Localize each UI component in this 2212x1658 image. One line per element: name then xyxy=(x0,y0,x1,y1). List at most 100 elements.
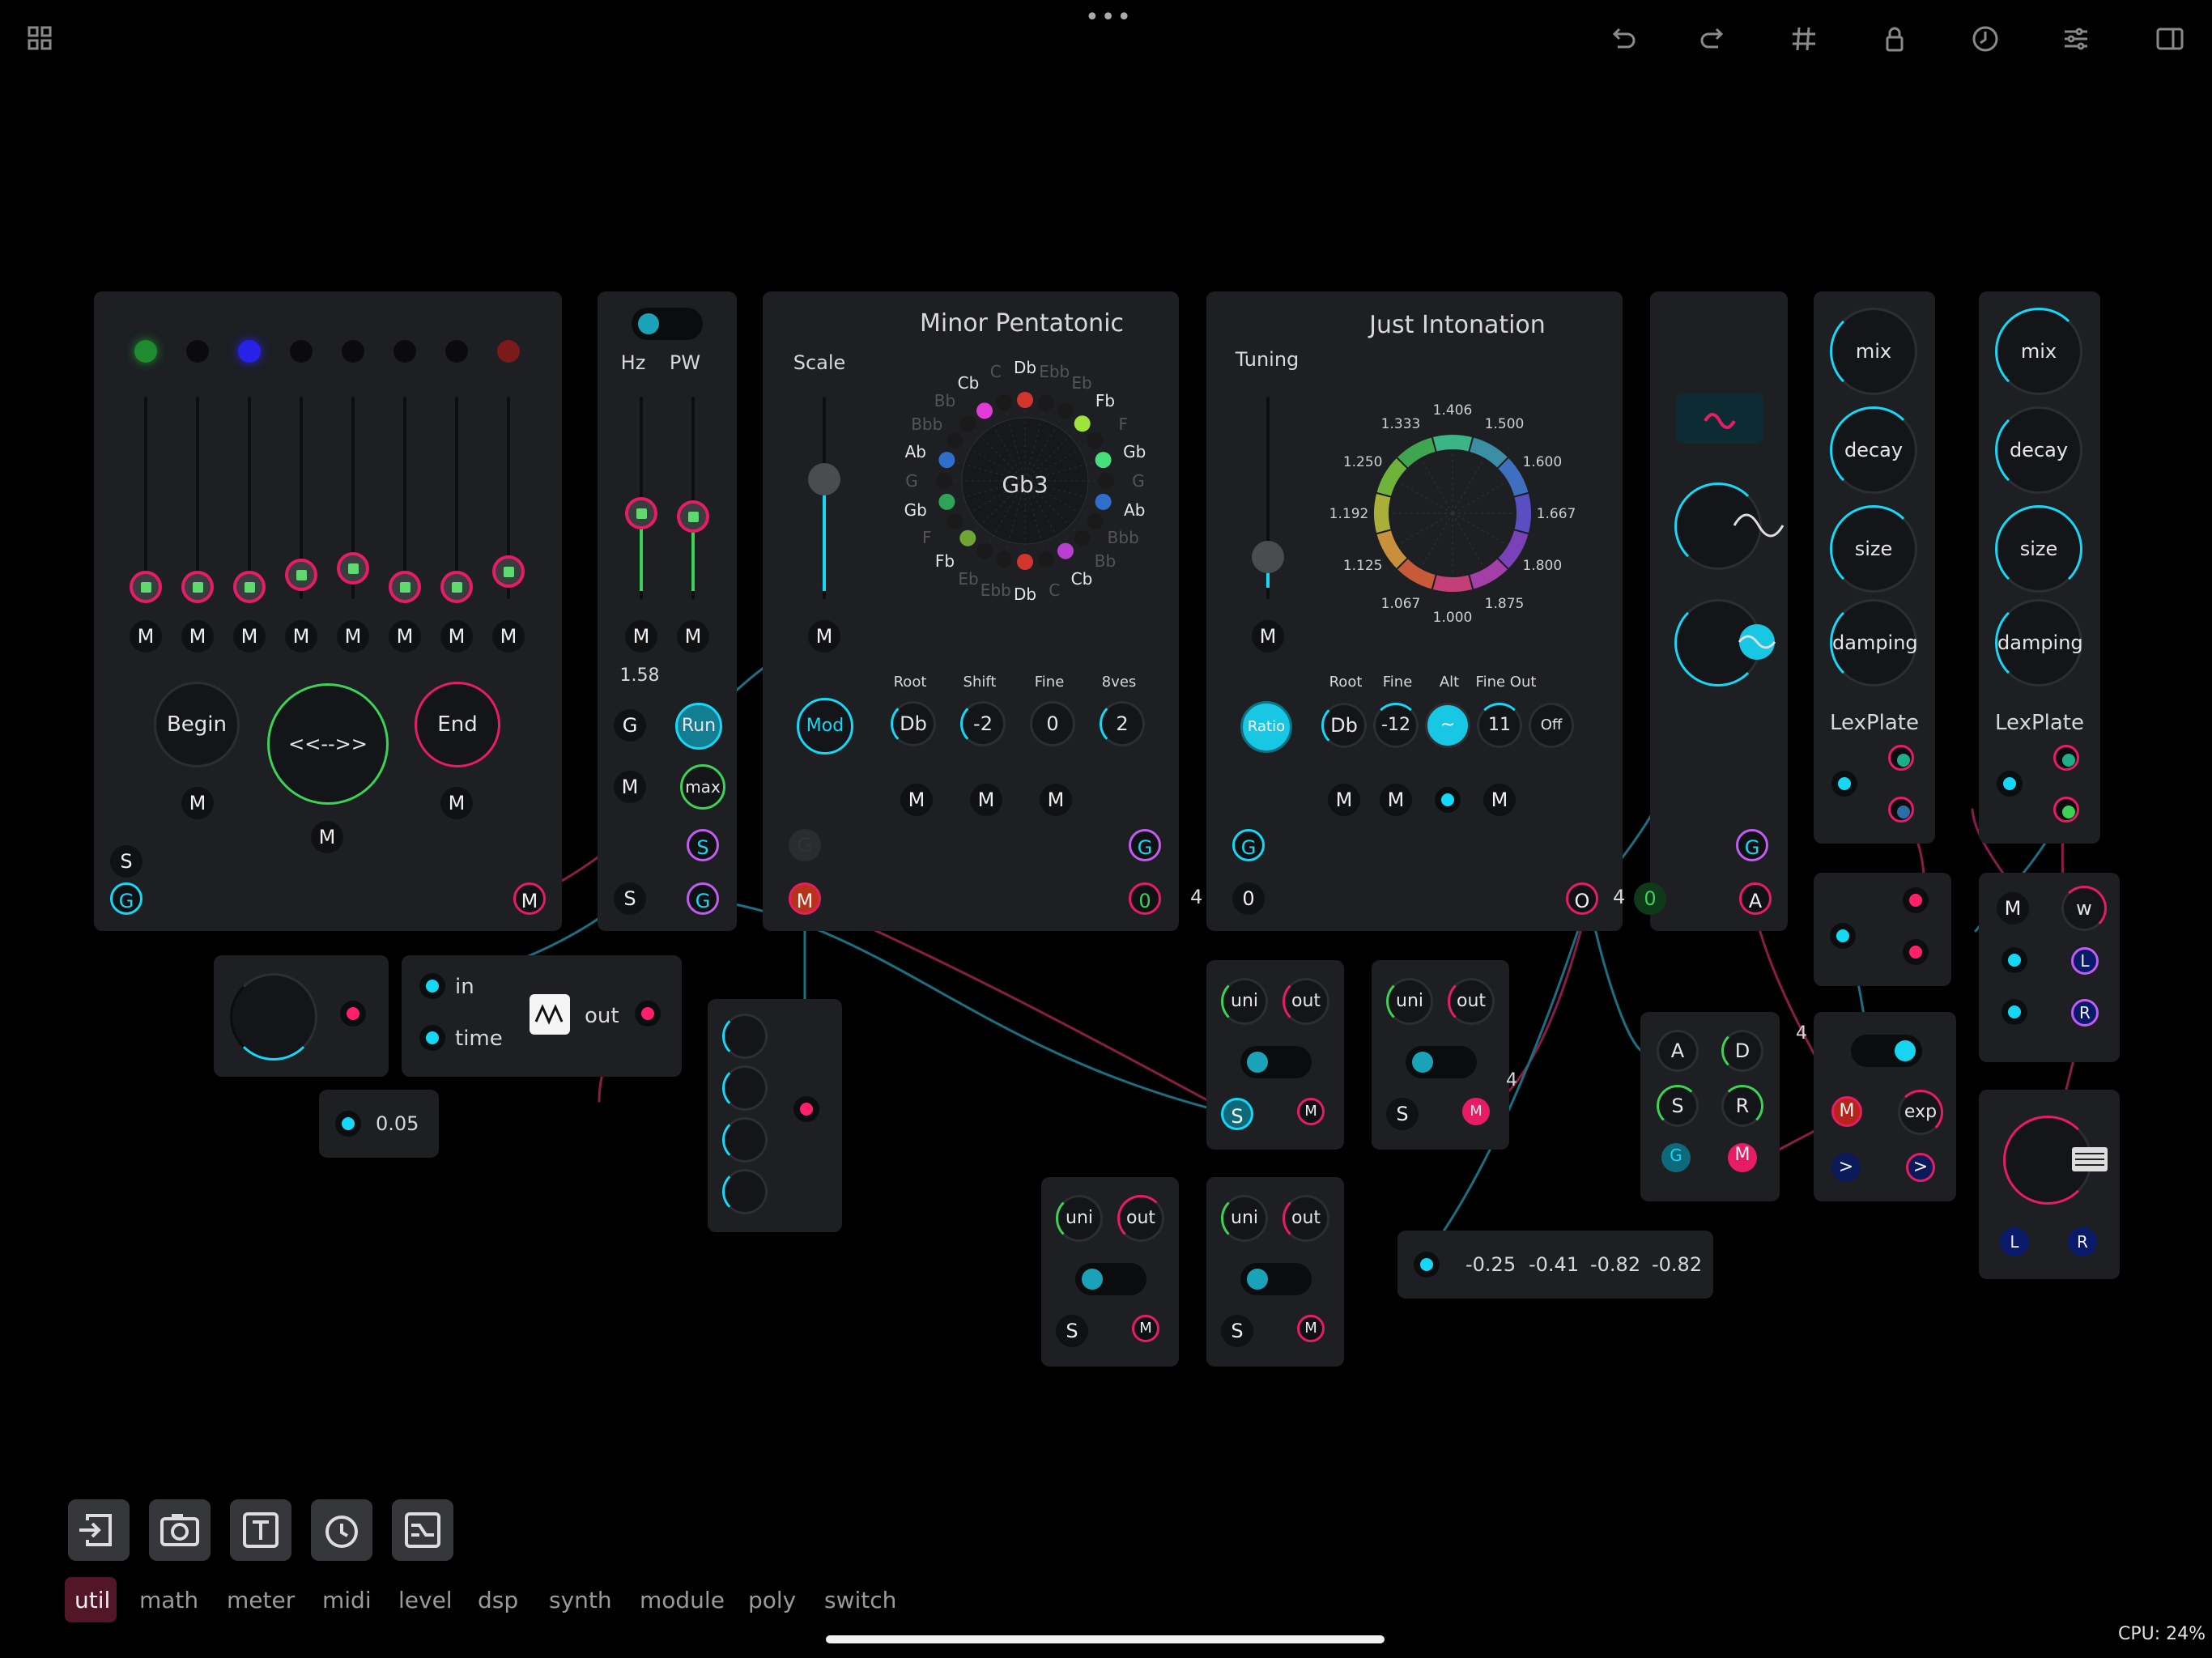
step-slider-handle-5[interactable] xyxy=(337,552,369,585)
tuning-slider-handle[interactable] xyxy=(1252,541,1284,573)
reverb2-mix-knob[interactable]: mix xyxy=(1995,308,2082,395)
end-mod-button[interactable]: M xyxy=(440,787,473,819)
output-volume-knob[interactable] xyxy=(2003,1116,2108,1205)
tuning-root-knob[interactable]: Db xyxy=(1321,703,1367,748)
adsr-mod-port[interactable]: M xyxy=(1728,1143,1757,1172)
fine-mod-button[interactable]: M xyxy=(1040,784,1072,816)
mixer-l-port[interactable]: L xyxy=(2071,947,2099,975)
lfo-s-port[interactable]: S xyxy=(614,882,646,915)
tuning-zero-port[interactable]: 0 xyxy=(1232,882,1265,915)
note-dot[interactable] xyxy=(938,493,955,510)
timer-icon[interactable] xyxy=(311,1499,372,1561)
begin-knob[interactable]: Begin xyxy=(154,682,240,767)
exp-toggle[interactable] xyxy=(1851,1035,1922,1067)
quad-knob-2[interactable] xyxy=(722,1065,768,1111)
tab-midi[interactable]: midi xyxy=(322,1587,372,1613)
tab-poly[interactable]: poly xyxy=(748,1587,796,1613)
tuning-off-knob[interactable]: Off xyxy=(1529,703,1574,748)
scale-slider-handle[interactable] xyxy=(808,463,840,495)
pw-slider-handle[interactable] xyxy=(677,500,709,533)
out-knob-1[interactable]: out xyxy=(1283,978,1329,1025)
tuning-fine-knob[interactable]: -12 xyxy=(1373,703,1419,748)
uni-m-port-1[interactable]: M xyxy=(1297,1098,1325,1125)
quad-out-port[interactable] xyxy=(793,1096,819,1122)
ratio-segment[interactable] xyxy=(1512,491,1533,535)
step-mod-button-6[interactable]: M xyxy=(389,620,421,653)
loop-mod-button[interactable]: M xyxy=(311,821,343,853)
reverb1-out-l-port[interactable] xyxy=(1888,745,1914,771)
osc-o-port[interactable]: O xyxy=(1566,882,1598,915)
lfo-mod-button[interactable]: M xyxy=(614,771,646,803)
tuning-gate-in-port[interactable]: G xyxy=(1232,829,1265,861)
ratio-segment[interactable] xyxy=(1467,556,1510,591)
uni-knob-4[interactable]: uni xyxy=(1221,1195,1268,1242)
note-dot[interactable] xyxy=(936,473,952,489)
uni-s-port-1[interactable]: S xyxy=(1221,1098,1253,1130)
reverb2-in-port[interactable] xyxy=(1997,771,2023,797)
tab-module[interactable]: module xyxy=(640,1587,725,1613)
osc-gate-port[interactable]: G xyxy=(1736,829,1768,861)
end-knob[interactable]: End xyxy=(415,682,500,767)
delay-in-port[interactable] xyxy=(419,973,445,999)
note-dot[interactable] xyxy=(1074,415,1091,432)
ratio-wheel[interactable]: 1.406 1.500 1.600 1.667 1.800 1.875 1.000 1.067… xyxy=(1307,368,1598,659)
uni-toggle-3[interactable] xyxy=(1075,1263,1146,1295)
wave-shape-knob[interactable] xyxy=(1674,483,1784,570)
max-knob[interactable]: max xyxy=(680,764,725,810)
note-dot[interactable] xyxy=(1057,402,1074,419)
note-dot[interactable] xyxy=(1017,554,1033,570)
mixer-w-knob[interactable]: w xyxy=(2061,886,2107,931)
tuning-alt-knob[interactable]: ~ xyxy=(1425,703,1470,748)
lfo-toggle[interactable] xyxy=(632,308,703,340)
note-dot[interactable] xyxy=(1057,542,1074,559)
reverb1-decay-knob[interactable]: decay xyxy=(1830,406,1917,494)
step-mod-button-1[interactable]: M xyxy=(130,620,162,653)
mixer-in-port-2[interactable] xyxy=(2001,999,2027,1025)
delay-time-port[interactable] xyxy=(419,1025,445,1051)
note-dot[interactable] xyxy=(1087,432,1104,449)
out-knob-3[interactable]: out xyxy=(1117,1195,1164,1242)
note-dot[interactable] xyxy=(959,529,976,546)
mixer-r-port[interactable]: R xyxy=(2071,999,2099,1027)
osc-a-port[interactable]: A xyxy=(1739,882,1772,915)
note-dot[interactable] xyxy=(1017,392,1033,408)
uni-toggle-2[interactable] xyxy=(1406,1046,1477,1078)
pw-mod-button[interactable]: M xyxy=(677,620,709,653)
values-in-port[interactable] xyxy=(1414,1252,1440,1278)
tab-dsp[interactable]: dsp xyxy=(478,1587,518,1613)
uni-toggle-4[interactable] xyxy=(1240,1263,1312,1295)
note-dot[interactable] xyxy=(1095,452,1112,469)
lfo-sync-port[interactable]: S xyxy=(687,829,719,861)
uni-s-port-3[interactable]: S xyxy=(1056,1315,1088,1347)
tab-synth[interactable]: synth xyxy=(549,1587,612,1613)
fine-knob[interactable]: 0 xyxy=(1030,701,1075,746)
tuning-fineout-mod[interactable]: M xyxy=(1483,784,1516,816)
tuning-fine-mod[interactable]: M xyxy=(1380,784,1412,816)
note-dot[interactable] xyxy=(959,415,976,432)
note-dot[interactable] xyxy=(1087,513,1104,529)
shift-mod-button[interactable]: M xyxy=(970,784,1002,816)
step-slider-handle-7[interactable] xyxy=(440,571,473,603)
reverb1-in-port[interactable] xyxy=(1831,771,1857,797)
step-mod-button-5[interactable]: M xyxy=(337,620,369,653)
ratio-segment[interactable] xyxy=(1395,436,1438,470)
note-dot[interactable] xyxy=(1098,473,1114,489)
step-mod-button-8[interactable]: M xyxy=(492,620,525,653)
quad-knob-3[interactable] xyxy=(722,1117,768,1163)
uni-m-port-4[interactable]: M xyxy=(1297,1315,1325,1342)
ratio-segment[interactable] xyxy=(1431,433,1474,453)
tab-meter[interactable]: meter xyxy=(227,1587,295,1613)
note-dot[interactable] xyxy=(1037,394,1054,411)
uni-s-port-4[interactable]: S xyxy=(1221,1315,1253,1347)
crossfade-out-2[interactable] xyxy=(1903,939,1929,965)
step-slider-handle-8[interactable] xyxy=(492,555,525,588)
reverb2-damping-knob[interactable]: damping xyxy=(1995,599,2083,687)
step-slider-handle-4[interactable] xyxy=(285,559,317,591)
camera-icon[interactable] xyxy=(149,1499,211,1561)
note-dot[interactable] xyxy=(1074,529,1091,546)
tuning-mod-button[interactable]: M xyxy=(1252,620,1284,653)
delay-knob-out-port[interactable] xyxy=(340,1001,366,1027)
mixer-mod-button[interactable]: M xyxy=(1997,892,2029,925)
uni-toggle-1[interactable] xyxy=(1240,1046,1312,1078)
step-mod-button-2[interactable]: M xyxy=(181,620,214,653)
